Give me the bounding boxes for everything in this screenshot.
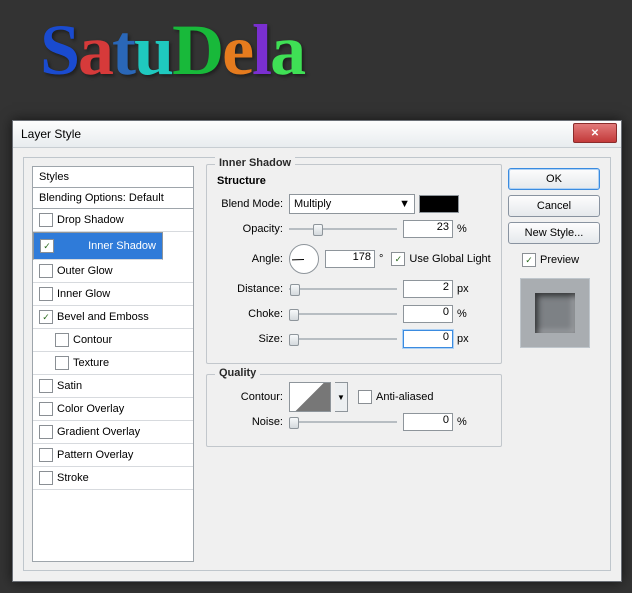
- styles-sidebar: Styles Blending Options: Default Drop Sh…: [32, 166, 194, 562]
- sidebar-item-texture[interactable]: Texture: [33, 352, 193, 375]
- sidebar-item-label: Satin: [57, 380, 82, 392]
- right-column: OK Cancel New Style... Preview: [508, 168, 600, 348]
- opacity-label: Opacity:: [217, 223, 283, 235]
- contour-dropdown[interactable]: ▼: [335, 382, 348, 412]
- sidebar-item-label: Inner Shadow: [88, 240, 156, 252]
- style-checkbox[interactable]: [39, 310, 53, 324]
- sidebar-item-label: Contour: [73, 334, 112, 346]
- style-checkbox[interactable]: [39, 471, 53, 485]
- distance-input[interactable]: 2: [403, 280, 453, 298]
- angle-label: Angle:: [217, 253, 283, 265]
- sidebar-styles-header[interactable]: Styles: [33, 167, 193, 188]
- ok-button[interactable]: OK: [508, 168, 600, 190]
- size-slider[interactable]: [289, 332, 397, 346]
- new-style-button[interactable]: New Style...: [508, 222, 600, 244]
- inner-shadow-group: Inner Shadow Structure Blend Mode: Multi…: [206, 164, 502, 364]
- style-checkbox[interactable]: [40, 239, 54, 253]
- style-checkbox[interactable]: [39, 402, 53, 416]
- sidebar-item-label: Color Overlay: [57, 403, 124, 415]
- sidebar-blending-header[interactable]: Blending Options: Default: [33, 188, 193, 209]
- sidebar-item-gradient-overlay[interactable]: Gradient Overlay: [33, 421, 193, 444]
- cancel-button[interactable]: Cancel: [508, 195, 600, 217]
- style-checkbox[interactable]: [39, 213, 53, 227]
- style-checkbox[interactable]: [55, 356, 69, 370]
- choke-slider[interactable]: [289, 307, 397, 321]
- choke-label: Choke:: [217, 308, 283, 320]
- sidebar-item-label: Stroke: [57, 472, 89, 484]
- style-checkbox[interactable]: [39, 264, 53, 278]
- preview-label: Preview: [540, 254, 579, 266]
- sidebar-item-drop-shadow[interactable]: Drop Shadow: [33, 209, 193, 232]
- style-checkbox[interactable]: [39, 448, 53, 462]
- style-checkbox[interactable]: [39, 425, 53, 439]
- close-button[interactable]: ✕: [573, 123, 617, 143]
- anti-aliased-label: Anti-aliased: [376, 391, 433, 403]
- anti-aliased-checkbox[interactable]: [358, 390, 372, 404]
- sidebar-item-label: Drop Shadow: [57, 214, 124, 226]
- style-checkbox[interactable]: [55, 333, 69, 347]
- sidebar-item-label: Bevel and Emboss: [57, 311, 149, 323]
- sidebar-item-outer-glow[interactable]: Outer Glow: [33, 260, 193, 283]
- titlebar[interactable]: Layer Style ✕: [13, 121, 621, 148]
- sidebar-item-label: Outer Glow: [57, 265, 113, 277]
- sidebar-item-pattern-overlay[interactable]: Pattern Overlay: [33, 444, 193, 467]
- sidebar-item-label: Pattern Overlay: [57, 449, 133, 461]
- angle-input[interactable]: 178: [325, 250, 375, 268]
- shadow-color-swatch[interactable]: [419, 195, 459, 213]
- quality-title: Quality: [215, 367, 260, 379]
- contour-label: Contour:: [217, 391, 283, 403]
- sidebar-item-satin[interactable]: Satin: [33, 375, 193, 398]
- sidebar-item-inner-glow[interactable]: Inner Glow: [33, 283, 193, 306]
- settings-panel: Inner Shadow Structure Blend Mode: Multi…: [206, 164, 502, 457]
- style-checkbox[interactable]: [39, 379, 53, 393]
- distance-label: Distance:: [217, 283, 283, 295]
- preview-thumbnail: [520, 278, 590, 348]
- style-checkbox[interactable]: [39, 287, 53, 301]
- size-input[interactable]: 0: [403, 330, 453, 348]
- distance-slider[interactable]: [289, 282, 397, 296]
- noise-input[interactable]: 0: [403, 413, 453, 431]
- noise-label: Noise:: [217, 416, 283, 428]
- use-global-light-label: Use Global Light: [409, 253, 490, 265]
- group-title: Inner Shadow: [215, 157, 295, 169]
- sidebar-item-inner-shadow[interactable]: Inner Shadow: [33, 232, 163, 260]
- blend-mode-label: Blend Mode:: [217, 198, 283, 210]
- preview-checkbox[interactable]: [522, 253, 536, 267]
- sidebar-item-color-overlay[interactable]: Color Overlay: [33, 398, 193, 421]
- angle-dial[interactable]: [289, 244, 319, 274]
- layer-style-dialog: Layer Style ✕ Styles Blending Options: D…: [12, 120, 622, 582]
- contour-picker[interactable]: [289, 382, 331, 412]
- background-artwork: S a t u D e l a: [0, 0, 632, 100]
- sidebar-item-bevel-and-emboss[interactable]: Bevel and Emboss: [33, 306, 193, 329]
- noise-slider[interactable]: [289, 415, 397, 429]
- quality-group: Quality Contour: ▼ Anti-aliased Noise: 0…: [206, 374, 502, 447]
- structure-subtitle: Structure: [217, 175, 491, 187]
- sidebar-item-label: Texture: [73, 357, 109, 369]
- opacity-slider[interactable]: [289, 222, 397, 236]
- sidebar-item-label: Gradient Overlay: [57, 426, 140, 438]
- dialog-body: Styles Blending Options: Default Drop Sh…: [23, 157, 611, 571]
- dialog-title: Layer Style: [21, 127, 81, 141]
- size-label: Size:: [217, 333, 283, 345]
- close-icon: ✕: [591, 128, 599, 139]
- sidebar-item-label: Inner Glow: [57, 288, 110, 300]
- sidebar-item-contour[interactable]: Contour: [33, 329, 193, 352]
- chevron-down-icon: ▼: [399, 198, 410, 210]
- use-global-light-checkbox[interactable]: [391, 252, 405, 266]
- choke-input[interactable]: 0: [403, 305, 453, 323]
- blend-mode-select[interactable]: Multiply ▼: [289, 194, 415, 214]
- opacity-input[interactable]: 23: [403, 220, 453, 238]
- sidebar-item-stroke[interactable]: Stroke: [33, 467, 193, 490]
